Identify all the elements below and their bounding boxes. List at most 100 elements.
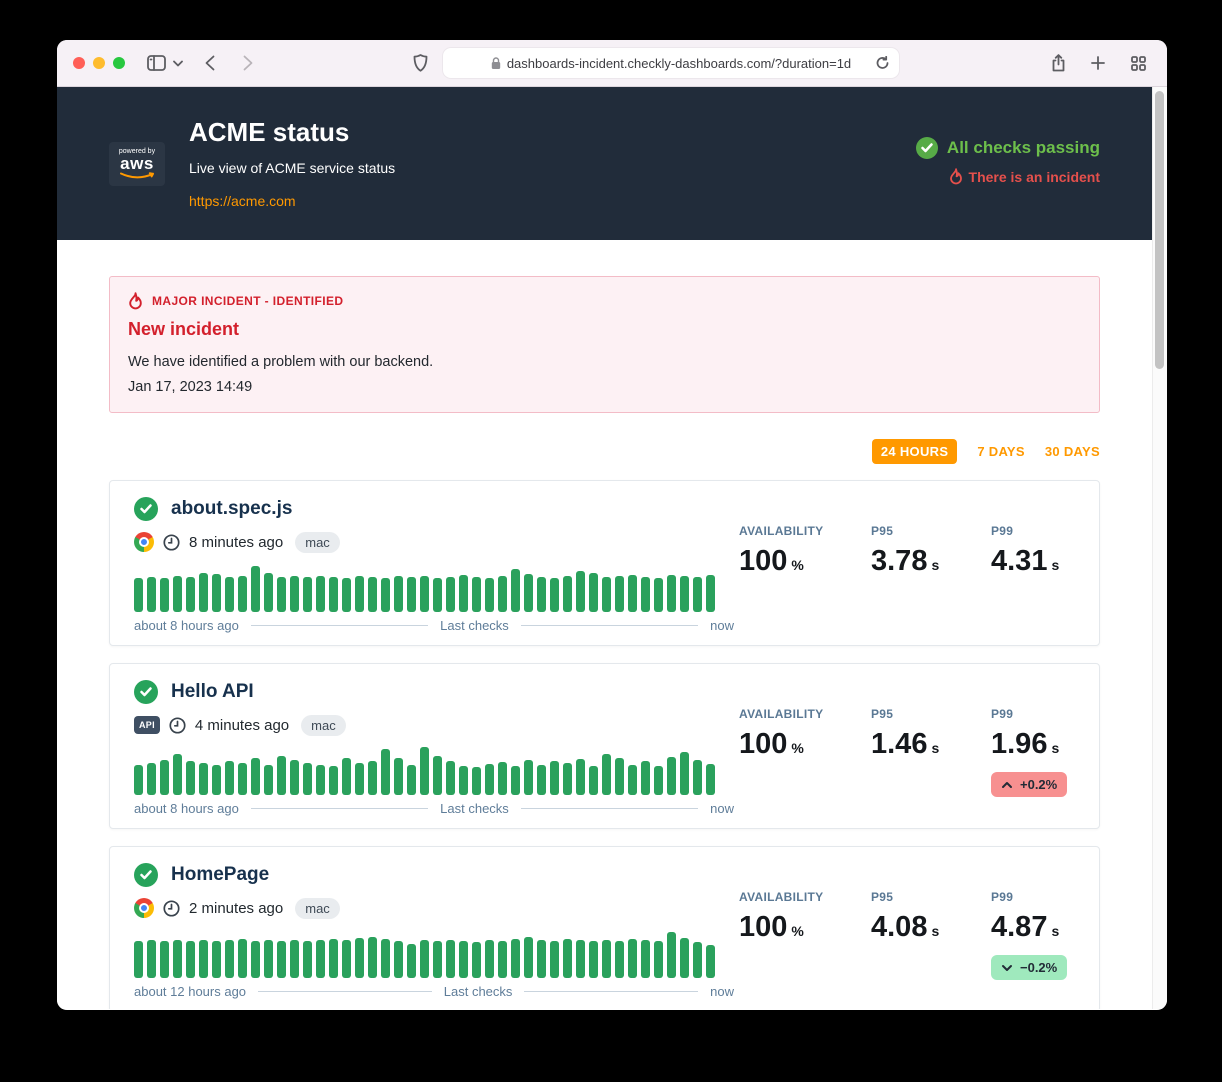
- axis-line: [251, 808, 428, 809]
- browser-toolbar: dashboards-incident.checkly-dashboards.c…: [57, 40, 1167, 87]
- incident-link[interactable]: There is an incident: [949, 168, 1100, 185]
- range-tabs: 24 HOURS 7 DAYS 30 DAYS: [109, 439, 1100, 463]
- status-bar: [368, 937, 377, 978]
- close-window-button[interactable]: [73, 57, 85, 69]
- status-bar: [589, 766, 598, 795]
- chart-axis: about 8 hours ago Last checks now: [134, 801, 734, 816]
- back-button[interactable]: [197, 50, 223, 76]
- status-bar: [654, 766, 663, 795]
- stat-unit: s: [931, 923, 939, 939]
- overall-status: All checks passing: [916, 137, 1100, 159]
- chart-axis: about 8 hours ago Last checks now: [134, 618, 734, 633]
- status-bar: [368, 761, 377, 795]
- status-bar: [459, 941, 468, 978]
- status-bar: [459, 766, 468, 795]
- status-bar: [355, 938, 364, 978]
- api-badge: API: [134, 716, 160, 734]
- status-bar: [420, 747, 429, 795]
- stat-value: 1.96s: [991, 728, 1075, 761]
- status-bar: [277, 577, 286, 612]
- sidebar-icon[interactable]: [143, 50, 169, 76]
- range-tab-30-days[interactable]: 30 DAYS: [1045, 444, 1100, 459]
- range-tab-7-days[interactable]: 7 DAYS: [977, 444, 1025, 459]
- axis-line: [521, 808, 698, 809]
- browser-window: dashboards-incident.checkly-dashboards.c…: [57, 40, 1167, 1010]
- stat-value: 3.78s: [871, 545, 955, 578]
- incident-banner: MAJOR INCIDENT - IDENTIFIED New incident…: [109, 276, 1100, 413]
- status-bar: [537, 765, 546, 795]
- status-bar: [498, 762, 507, 795]
- axis-mid-label: Last checks: [440, 801, 509, 816]
- stat-value: 100%: [739, 911, 835, 944]
- status-bar: [667, 575, 676, 612]
- scrollbar-thumb[interactable]: [1155, 91, 1164, 369]
- status-bar: [134, 578, 143, 612]
- status-bar: [563, 939, 572, 978]
- stat-value: 100%: [739, 545, 835, 578]
- status-bar: [524, 574, 533, 612]
- status-bar: [472, 577, 481, 612]
- status-page-header: powered by aws ACME status Live view of …: [57, 87, 1152, 240]
- env-badge: mac: [295, 898, 340, 919]
- status-bar: [446, 761, 455, 795]
- status-bar: [407, 765, 416, 795]
- chrome-icon: [134, 532, 154, 552]
- incident-title: New incident: [128, 319, 1081, 340]
- env-badge: mac: [301, 715, 346, 736]
- status-bar: [550, 578, 559, 612]
- status-bar: [303, 763, 312, 795]
- shield-icon[interactable]: [407, 50, 433, 76]
- status-bars-chart: [134, 932, 734, 978]
- status-bar: [186, 577, 195, 612]
- logo-brand: aws: [120, 155, 154, 172]
- share-icon[interactable]: [1045, 50, 1071, 76]
- stat-unit: s: [931, 740, 939, 756]
- page-scrollbar[interactable]: [1152, 87, 1167, 1009]
- stat-p95: P953.78s: [871, 524, 955, 633]
- last-run-text: 8 minutes ago: [189, 534, 283, 551]
- status-ok-label: All checks passing: [947, 138, 1100, 158]
- tab-overview-icon[interactable]: [1125, 50, 1151, 76]
- status-bar: [355, 763, 364, 795]
- status-bar: [134, 765, 143, 795]
- status-bar: [368, 577, 377, 612]
- reload-icon[interactable]: [873, 54, 891, 72]
- status-bar: [381, 749, 390, 795]
- page-subtitle: Live view of ACME service status: [189, 160, 395, 176]
- acme-link[interactable]: https://acme.com: [189, 193, 296, 209]
- status-bar: [485, 764, 494, 795]
- flame-icon: [128, 292, 143, 310]
- zoom-window-button[interactable]: [113, 57, 125, 69]
- checks-list: about.spec.js 8 minutes ago mac about 8 …: [109, 480, 1100, 1009]
- minimize-window-button[interactable]: [93, 57, 105, 69]
- status-bar: [563, 576, 572, 612]
- status-bar: [316, 765, 325, 795]
- axis-line: [251, 625, 428, 626]
- status-bar: [329, 939, 338, 978]
- clock-icon: [169, 717, 186, 734]
- status-bar: [667, 757, 676, 795]
- stat-label: P95: [871, 707, 955, 721]
- status-bar: [160, 941, 169, 978]
- forward-button[interactable]: [235, 50, 261, 76]
- stat-availability: AVAILABILITY100%: [739, 524, 835, 633]
- check-passing-icon: [134, 863, 158, 887]
- check-card: about.spec.js 8 minutes ago mac about 8 …: [109, 480, 1100, 646]
- axis-start-label: about 8 hours ago: [134, 618, 239, 633]
- status-bar: [225, 940, 234, 978]
- status-bar: [706, 764, 715, 795]
- chevron-down-icon[interactable]: [169, 50, 187, 76]
- status-bar: [433, 756, 442, 795]
- status-bar: [134, 941, 143, 978]
- status-bar: [654, 578, 663, 612]
- new-tab-icon[interactable]: [1085, 50, 1111, 76]
- axis-line: [524, 991, 698, 992]
- status-bar: [446, 940, 455, 978]
- status-bar: [199, 573, 208, 612]
- range-tab-24-hours[interactable]: 24 HOURS: [872, 439, 957, 464]
- url-bar[interactable]: dashboards-incident.checkly-dashboards.c…: [443, 48, 899, 78]
- status-bar: [576, 571, 585, 612]
- status-bar: [147, 940, 156, 978]
- status-bar: [615, 941, 624, 978]
- stat-label: AVAILABILITY: [739, 707, 835, 721]
